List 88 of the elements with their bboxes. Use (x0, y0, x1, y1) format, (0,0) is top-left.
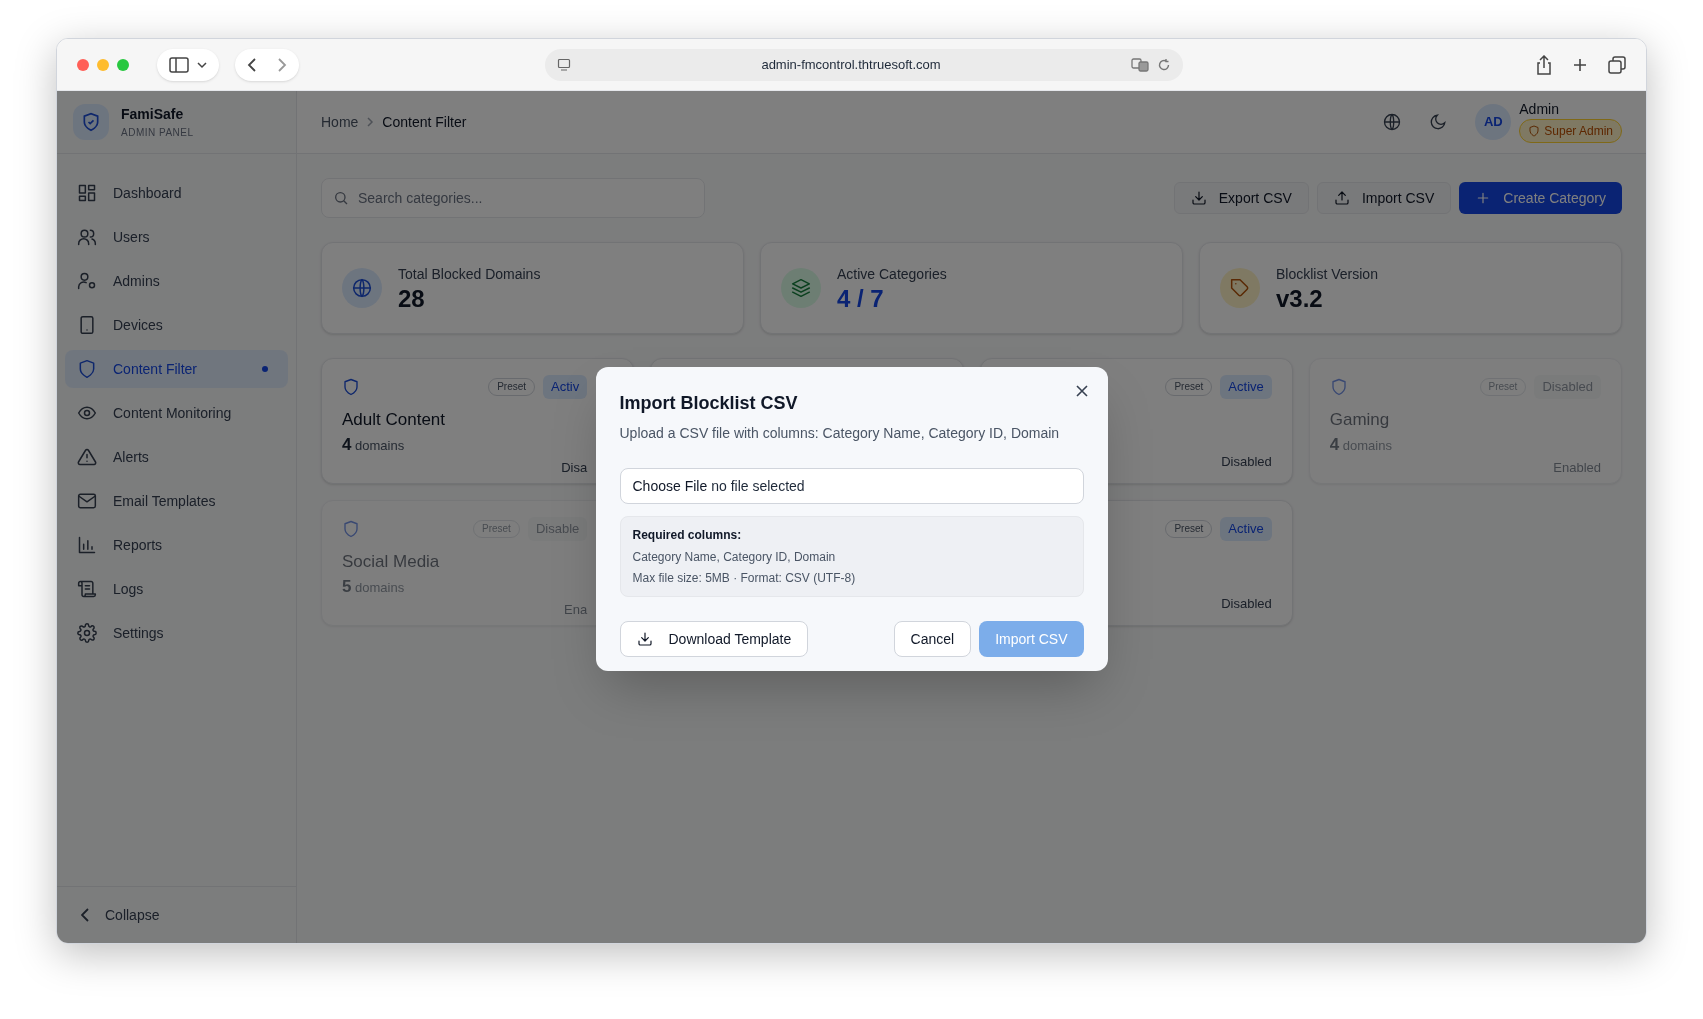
shield-icon (342, 377, 360, 396)
sidebar-item[interactable]: Content Monitoring (65, 394, 288, 432)
bar-chart-icon (77, 535, 97, 555)
toggle-link[interactable]: Enabled (1553, 457, 1601, 477)
user-avatar[interactable]: AD (1475, 104, 1512, 140)
brand-subtitle: ADMIN PANEL (121, 126, 194, 140)
info-line: Max file size: 5MB · Format: CSV (UTF-8) (632, 570, 857, 587)
file-input[interactable]: Choose File no file selected (619, 468, 1084, 504)
toggle-link[interactable]: Disa (561, 457, 588, 477)
globe-icon (342, 268, 382, 308)
close-window-control[interactable] (77, 58, 89, 71)
download-template-button[interactable]: Download Template (619, 621, 809, 657)
warning-icon (77, 447, 97, 467)
layers-icon (781, 268, 821, 308)
page-menu-icon[interactable] (557, 57, 571, 72)
download-icon (1190, 190, 1207, 206)
breadcrumb-link[interactable]: Home (321, 111, 359, 133)
import-button[interactable]: Import CSV (1316, 182, 1452, 214)
sidebar-item[interactable]: Users (65, 218, 288, 256)
info-line: Category Name, Category ID, Domain (632, 549, 837, 566)
category-name: Social Media (342, 550, 441, 573)
eye-icon (77, 403, 97, 423)
share-icon[interactable] (1536, 54, 1552, 75)
toggle-link[interactable]: Ena (564, 599, 588, 619)
new-tab-icon[interactable] (1572, 56, 1588, 73)
url-text: admin-fmcontrol.thtruesoft.com (760, 55, 942, 74)
moon-icon[interactable] (1429, 113, 1448, 131)
create-category-button[interactable]: Create Category (1459, 182, 1622, 214)
export-button[interactable]: Export CSV (1173, 182, 1309, 214)
mail-icon (77, 491, 97, 511)
search-field[interactable]: Search categories... (321, 178, 705, 218)
sidebar-item[interactable]: Content Filter (65, 350, 288, 388)
sidebar-item[interactable]: Dashboard (65, 174, 288, 212)
dialog-description: Upload a CSV file with columns: Category Name, Category ID, Domain (619, 424, 1061, 443)
tabs-overview-icon[interactable] (1608, 55, 1626, 74)
user-gear-icon (77, 271, 97, 291)
sidebar-item[interactable]: Alerts (65, 438, 288, 476)
shield-logo-icon (73, 104, 109, 140)
search-icon (333, 190, 349, 206)
info-heading: Required columns: (632, 527, 743, 544)
chevron-right-icon (366, 117, 375, 127)
toggle-link[interactable]: Disabled (1221, 451, 1272, 471)
stat-value: 28 (398, 284, 426, 313)
brand-name: FamiSafe (121, 105, 185, 124)
status-tag: Active (1220, 517, 1272, 541)
reload-icon[interactable] (1157, 57, 1171, 72)
breadcrumb-current: Content Filter (382, 112, 467, 132)
status-tag: Activ (543, 375, 588, 399)
shield-icon (77, 359, 97, 379)
settings-icon (77, 623, 97, 643)
cancel-button[interactable]: Cancel (893, 621, 972, 657)
sidebar-icon (169, 56, 189, 73)
dashboard-icon (77, 183, 97, 203)
sidebar-item[interactable]: Admins (65, 262, 288, 300)
sidebar-item[interactable]: Reports (65, 526, 288, 564)
forward-icon[interactable] (277, 56, 287, 73)
stat-label: Total Blocked Domains (398, 264, 541, 284)
upload-icon (1333, 190, 1350, 206)
sidebar-toggle-button[interactable] (157, 48, 219, 81)
scroll-icon (77, 579, 97, 599)
sidebar-item[interactable]: Logs (65, 570, 288, 608)
status-tag: Active (1220, 375, 1272, 399)
chevron-left-icon (81, 908, 89, 922)
users-icon (77, 227, 97, 247)
sidebar-item[interactable]: Settings (65, 614, 288, 652)
role-badge: Super Admin (1519, 119, 1622, 143)
chevron-down-icon (197, 60, 207, 69)
user-name: Admin (1519, 101, 1559, 117)
download-icon (636, 631, 653, 647)
stat-label: Blocklist Version (1276, 264, 1378, 284)
toggle-link[interactable]: Disabled (1221, 593, 1272, 613)
close-icon[interactable] (1073, 383, 1090, 399)
collapse-button[interactable]: Collapse (81, 904, 160, 926)
stat-value: v3.2 (1276, 284, 1324, 313)
stat-label: Active Categories (837, 264, 947, 284)
domain-count: 4 domains (342, 434, 406, 456)
dialog-title: Import Blocklist CSV (619, 392, 799, 415)
sidebar-item[interactable]: Email Templates (65, 482, 288, 520)
tag-icon (1220, 268, 1260, 308)
category-name: Adult Content (342, 408, 446, 431)
phone-icon (77, 315, 97, 335)
category-name: Gaming (1329, 408, 1391, 431)
stat-value: 4 / 7 (837, 284, 885, 313)
back-icon[interactable] (247, 56, 257, 73)
sidebar-item[interactable]: Devices (65, 306, 288, 344)
translate-icon[interactable] (1131, 57, 1149, 72)
globe-icon[interactable] (1383, 113, 1402, 131)
address-bar[interactable]: admin-fmcontrol.thtruesoft.com (545, 48, 1183, 81)
